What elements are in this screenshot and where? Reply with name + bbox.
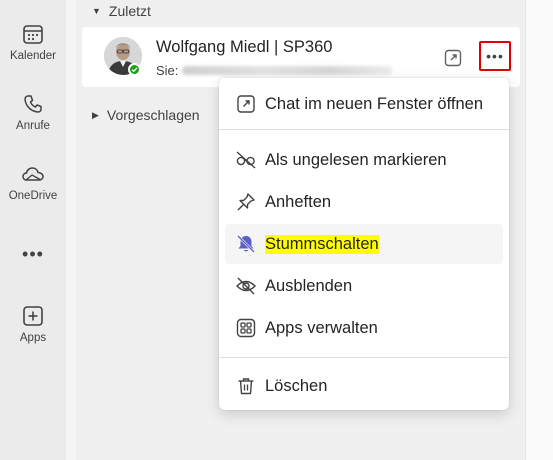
presence-available-icon (128, 63, 141, 76)
chevron-right-icon: ▶ (92, 109, 99, 120)
section-recent-header[interactable]: ▼ Zuletzt (92, 3, 151, 19)
menu-item-mute[interactable]: Stummschalten (225, 224, 503, 264)
menu-item-pin[interactable]: Anheften (225, 182, 503, 222)
rail-item-label: Apps (19, 332, 47, 344)
section-suggested-header[interactable]: ▶ Vorgeschlagen (92, 107, 200, 123)
content-edge (525, 0, 553, 460)
menu-item-label: Apps verwalten (265, 318, 378, 337)
calendar-icon (21, 22, 45, 46)
menu-item-label: Anheften (265, 192, 332, 211)
more-options-button[interactable]: ••• (479, 41, 511, 71)
section-title: Zuletzt (108, 3, 151, 19)
menu-item-label: Ausblenden (265, 276, 353, 295)
divider (66, 0, 76, 460)
menu-item-manage-apps[interactable]: Apps verwalten (225, 308, 503, 348)
menu-item-label: Als ungelesen markieren (265, 150, 447, 169)
menu-item-label: Chat im neuen Fenster öffnen (265, 94, 483, 113)
rail-item-label: Anrufe (16, 120, 50, 132)
chat-context-menu: Chat im neuen Fenster öffnen Als ungeles… (219, 78, 509, 410)
chat-preview-blurred (182, 66, 392, 75)
popout-icon (444, 49, 462, 67)
add-apps-icon (21, 304, 45, 328)
app-rail: Kalender Anrufe OneDrive ••• Apps (0, 0, 66, 460)
rail-item-calls[interactable]: Anrufe (0, 92, 66, 132)
apps-grid-icon (235, 317, 257, 339)
chat-name: Wolfgang Miedl | SP360 (156, 38, 333, 56)
rail-item-calendar[interactable]: Kalender (0, 22, 66, 62)
chevron-down-icon: ▼ (92, 6, 101, 16)
menu-item-delete[interactable]: Löschen (225, 366, 503, 406)
mute-bell-icon (235, 233, 257, 255)
menu-item-mark-unread[interactable]: Als ungelesen markieren (225, 140, 503, 180)
menu-item-open-new-window[interactable]: Chat im neuen Fenster öffnen (225, 84, 503, 124)
menu-item-label: Löschen (265, 376, 328, 395)
chat-preview-label: Sie: (156, 63, 179, 78)
cloud-icon (21, 162, 45, 186)
more-apps-button[interactable]: ••• (0, 244, 66, 265)
pin-icon (235, 191, 257, 213)
rail-item-label: OneDrive (8, 190, 58, 202)
hide-icon (235, 275, 257, 297)
menu-separator (219, 129, 509, 130)
menu-separator (219, 357, 509, 358)
popout-chat-button[interactable] (442, 47, 464, 69)
section-title: Vorgeschlagen (106, 107, 200, 123)
menu-item-label: Stummschalten (265, 234, 379, 254)
open-new-window-icon (235, 93, 257, 115)
rail-item-label: Kalender (9, 50, 57, 62)
phone-icon (21, 92, 45, 116)
rail-item-onedrive[interactable]: OneDrive (0, 162, 66, 202)
mark-unread-icon (235, 149, 257, 171)
rail-item-apps[interactable]: Apps (0, 304, 66, 344)
menu-item-hide[interactable]: Ausblenden (225, 266, 503, 306)
trash-icon (235, 375, 257, 397)
